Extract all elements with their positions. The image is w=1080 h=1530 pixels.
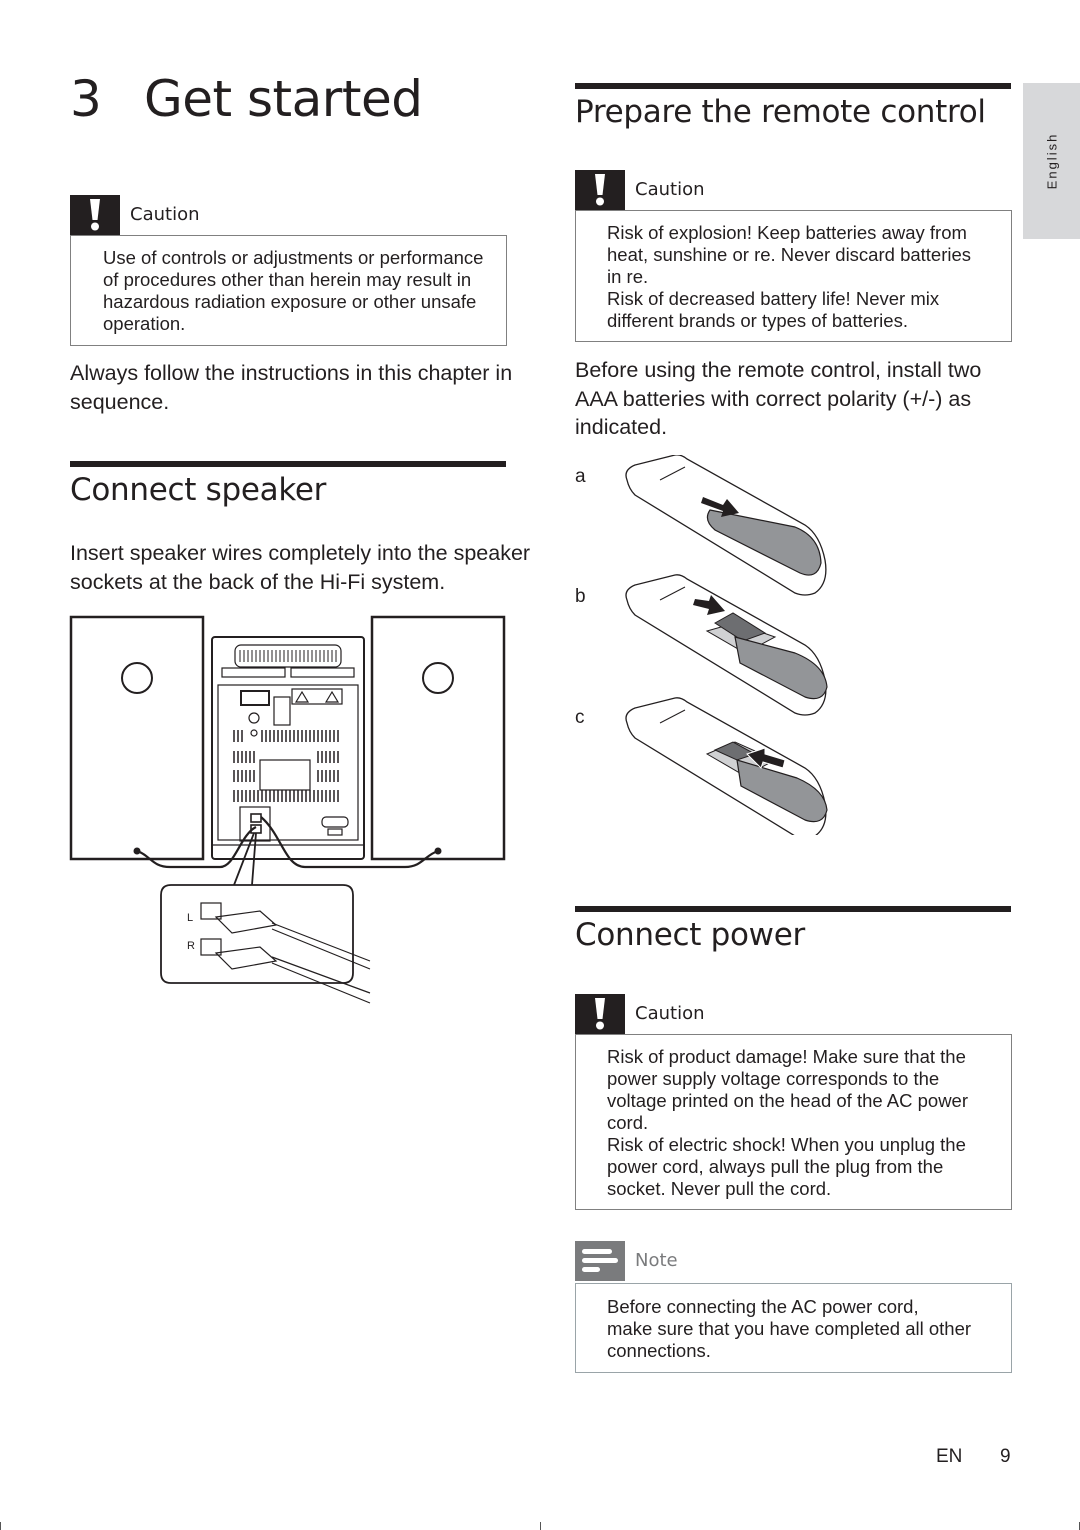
chapter-number: 3 [70,70,102,128]
note-box-power: Note Before connecting the AC power cord… [575,1241,1012,1373]
socket-label-l: L [187,912,193,924]
caution-label: Caution [130,204,200,225]
note-lines-icon [575,1241,625,1281]
section-title-connect-power: Connect power [575,917,805,953]
section-rule [70,461,506,467]
section-rule [575,83,1011,89]
caution-header: Caution [575,170,1012,210]
right-speaker [370,615,506,861]
exclamation-icon [575,994,625,1034]
caution-text: Risk of explosion! Keep batteries away f… [607,222,972,331]
exclamation-icon [70,195,120,235]
section-title-remote: Prepare the remote control [575,94,986,130]
note-label: Note [635,1250,678,1271]
note-text: Before connecting the AC power cord, mak… [607,1296,972,1361]
caution-box-remote: Caution Risk of explosion! Keep batterie… [575,170,1012,342]
step-label-a: a [575,466,586,487]
main-unit-back [211,636,365,860]
step-label-c: c [575,707,585,728]
language-tab: English [1023,83,1080,239]
section-title-connect-speaker: Connect speaker [70,472,327,508]
speaker-connection-figure: L R [69,615,506,1004]
connect-speaker-text: Insert speaker wires completely into the… [70,541,531,594]
intro-text: Always follow the instructions in this c… [70,361,513,414]
caution-text: Risk of product damage! Make sure that t… [607,1046,969,1199]
chapter-title-text: Get started [144,70,423,128]
caution-box-left: Caution Use of controls or adjustments o… [70,195,507,346]
caution-box-power: Caution Risk of product damage! Make sur… [575,994,1012,1210]
remote-step-a [625,455,827,596]
socket-label-r: R [187,940,195,952]
section-rule [575,906,1011,912]
left-speaker [69,615,205,861]
remote-step-b [625,574,828,716]
caution-label: Caution [635,1003,705,1024]
socket-detail-callout [160,832,354,984]
remote-step-c [625,697,828,835]
exclamation-icon [575,170,625,210]
remote-battery-figure [625,455,828,835]
remote-instructions: Before using the remote control, install… [575,358,982,439]
caution-header: Caution [575,994,1012,1034]
language-tab-label: English [1044,132,1059,190]
footer-lang: EN [936,1446,963,1467]
caution-label: Caution [635,179,705,200]
left-speaker-driver [121,662,153,694]
caution-text: Use of controls or adjustments or perfor… [103,247,484,334]
note-header: Note [575,1241,1012,1281]
right-speaker-driver [422,662,454,694]
step-label-b: b [575,586,586,607]
page-number: 9 [1000,1446,1011,1467]
caution-header: Caution [70,195,507,235]
chapter-title: 3 Get started [70,70,423,128]
